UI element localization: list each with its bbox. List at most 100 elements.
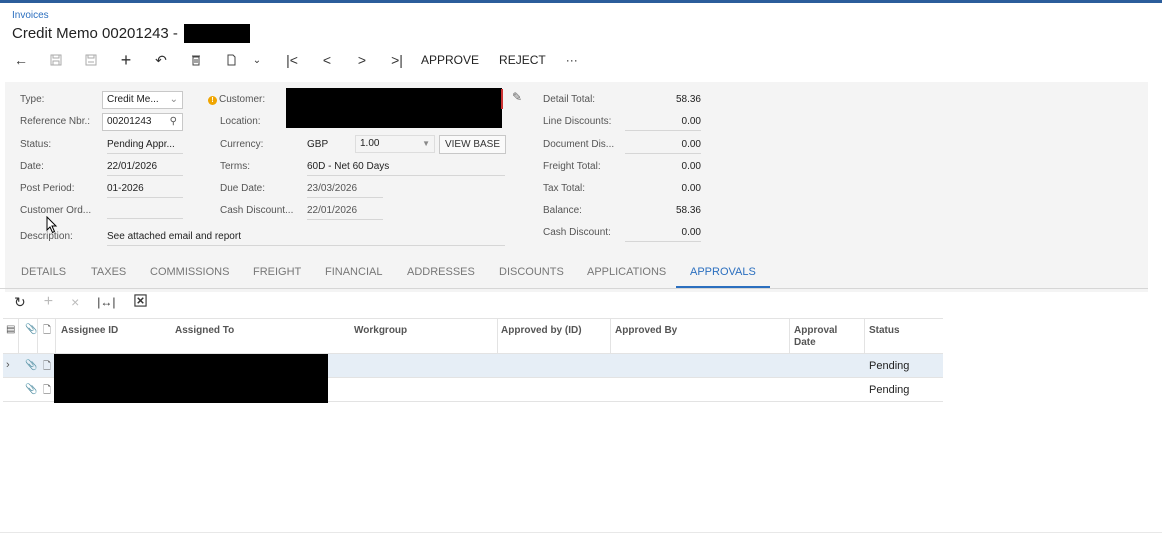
grid-divider	[55, 319, 56, 355]
title-row: Credit Memo 00201243 -	[12, 24, 250, 43]
delete-icon[interactable]	[185, 49, 207, 71]
mouse-cursor-icon	[46, 216, 58, 234]
tab-taxes[interactable]: TAXES	[91, 266, 126, 286]
approve-button[interactable]: APPROVE	[421, 53, 479, 67]
note-icon[interactable]: 🗋	[43, 383, 51, 400]
page-title: Credit Memo 00201243 -	[12, 25, 178, 42]
customer-label-text: Customer:	[219, 94, 266, 105]
customer-field-error-border	[501, 89, 503, 109]
grid-divider	[864, 319, 865, 355]
note-icon[interactable]: 🗋	[43, 359, 51, 376]
tab-details[interactable]: DETAILS	[21, 266, 66, 286]
copy-paste-icon[interactable]	[220, 49, 242, 71]
tax-total-label: Tax Total:	[543, 183, 586, 194]
date-field[interactable]: 22/01/2026	[107, 161, 183, 176]
refresh-icon[interactable]: ↻	[14, 294, 26, 311]
freight-total-label: Freight Total:	[543, 161, 601, 172]
tax-total-value: 0.00	[681, 183, 701, 194]
attachment-icon[interactable]: 📎	[25, 384, 37, 395]
detail-total-label: Detail Total:	[543, 94, 596, 105]
redacted-customer-name	[183, 24, 250, 43]
tab-freight[interactable]: FREIGHT	[253, 266, 301, 286]
undo-icon[interactable]: ↶	[150, 49, 172, 71]
balance-value: 58.36	[675, 205, 701, 216]
post-period-label: Post Period:	[20, 183, 75, 194]
warning-icon: !	[208, 96, 217, 105]
detail-total-value: 58.36	[675, 94, 701, 105]
delete-row-icon[interactable]: ×	[71, 294, 79, 310]
note-icon: 🗋	[43, 325, 52, 336]
type-label: Type:	[20, 94, 45, 105]
column-assignee-id[interactable]: Assignee ID	[61, 325, 118, 337]
currency-code[interactable]: GBP	[307, 139, 353, 153]
save-icon[interactable]	[45, 49, 67, 71]
terms-label: Terms:	[220, 161, 250, 172]
status-label: Status:	[20, 139, 52, 150]
breadcrumb[interactable]: Invoices	[12, 10, 49, 21]
line-discounts-value: 0.00	[625, 116, 701, 131]
grid-divider	[18, 319, 19, 355]
first-record-icon[interactable]: |<	[281, 49, 303, 71]
column-approval-date[interactable]: Approval Date	[794, 325, 844, 349]
currency-rate-select[interactable]: 1.00 ▼	[355, 135, 435, 153]
grid-toolbar: ↻ + × |↔|	[14, 293, 165, 311]
description-field[interactable]: See attached email and report	[107, 231, 505, 246]
document-summary-panel: Type: Credit Me... ⌄ Reference Nbr.: 0020…	[5, 82, 1148, 292]
tab-addresses[interactable]: ADDRESSES	[407, 266, 475, 286]
column-assigned-to[interactable]: Assigned To	[175, 325, 234, 337]
back-icon[interactable]: ←	[10, 49, 32, 71]
freight-total-value: 0.00	[681, 161, 701, 172]
column-approved-by-id[interactable]: Approved by (ID)	[501, 325, 582, 337]
previous-record-icon[interactable]: <	[316, 49, 338, 71]
next-record-icon[interactable]: >	[351, 49, 373, 71]
attachment-icon[interactable]: 📎	[25, 360, 37, 371]
line-discounts-label: Line Discounts:	[543, 116, 612, 127]
due-date-field[interactable]: 23/03/2026	[307, 183, 383, 198]
chevron-down-icon[interactable]: ⌄	[246, 49, 268, 71]
document-discount-value: 0.00	[625, 139, 701, 154]
tab-discounts[interactable]: DISCOUNTS	[499, 266, 564, 286]
column-approved-by[interactable]: Approved By	[615, 325, 677, 337]
date-label: Date:	[20, 161, 44, 172]
export-excel-icon[interactable]	[133, 294, 147, 310]
chevron-down-icon: ⌄	[169, 94, 178, 105]
reject-button[interactable]: REJECT	[499, 53, 546, 67]
status-cell: Pending	[869, 360, 910, 372]
reference-nbr-field[interactable]: 00201243 ⚲	[102, 113, 183, 131]
last-record-icon[interactable]: >|	[386, 49, 408, 71]
post-period-field[interactable]: 01-2026	[107, 183, 183, 198]
add-row-icon[interactable]: +	[44, 293, 53, 311]
tab-bar: DETAILS TAXES COMMISSIONS FREIGHT FINANC…	[5, 262, 1148, 290]
add-icon[interactable]: +	[115, 49, 137, 71]
attachment-icon: 📎	[25, 324, 38, 335]
tab-approvals[interactable]: APPROVALS	[676, 266, 770, 288]
redacted-customer-field[interactable]	[286, 88, 502, 128]
tab-commissions[interactable]: COMMISSIONS	[150, 266, 229, 286]
grid-header: ▤ 📎 🗋 Assignee ID Assigned To Workgroup …	[3, 318, 943, 355]
type-select[interactable]: Credit Me... ⌄	[102, 91, 183, 109]
more-actions-button[interactable]: ···	[566, 53, 578, 67]
row-expand-chevron-icon[interactable]: ›	[6, 359, 10, 371]
currency-rate-value: 1.00	[360, 138, 380, 149]
column-status[interactable]: Status	[869, 325, 900, 337]
customer-order-field[interactable]	[107, 205, 183, 219]
reference-nbr-label: Reference Nbr.:	[20, 116, 91, 127]
grid-divider	[610, 319, 611, 355]
column-workgroup[interactable]: Workgroup	[354, 325, 407, 337]
pencil-icon[interactable]: ✎	[512, 90, 522, 104]
tab-separator	[0, 288, 1148, 289]
bottom-border	[0, 532, 1162, 533]
type-value: Credit Me...	[107, 94, 159, 105]
balance-label: Balance:	[543, 205, 582, 216]
cash-discount-date-field[interactable]: 22/01/2026	[307, 205, 383, 220]
tab-applications[interactable]: APPLICATIONS	[587, 266, 666, 286]
fit-columns-icon[interactable]: |↔|	[97, 295, 115, 309]
document-discount-label: Document Dis...	[543, 139, 615, 150]
search-icon: ⚲	[169, 116, 177, 127]
grid-divider	[497, 319, 498, 355]
tab-financial[interactable]: FINANCIAL	[325, 266, 382, 286]
view-base-button[interactable]: VIEW BASE	[439, 135, 506, 154]
status-cell: Pending	[869, 384, 910, 396]
terms-field[interactable]: 60D - Net 60 Days	[307, 161, 505, 176]
save-close-icon[interactable]	[80, 49, 102, 71]
